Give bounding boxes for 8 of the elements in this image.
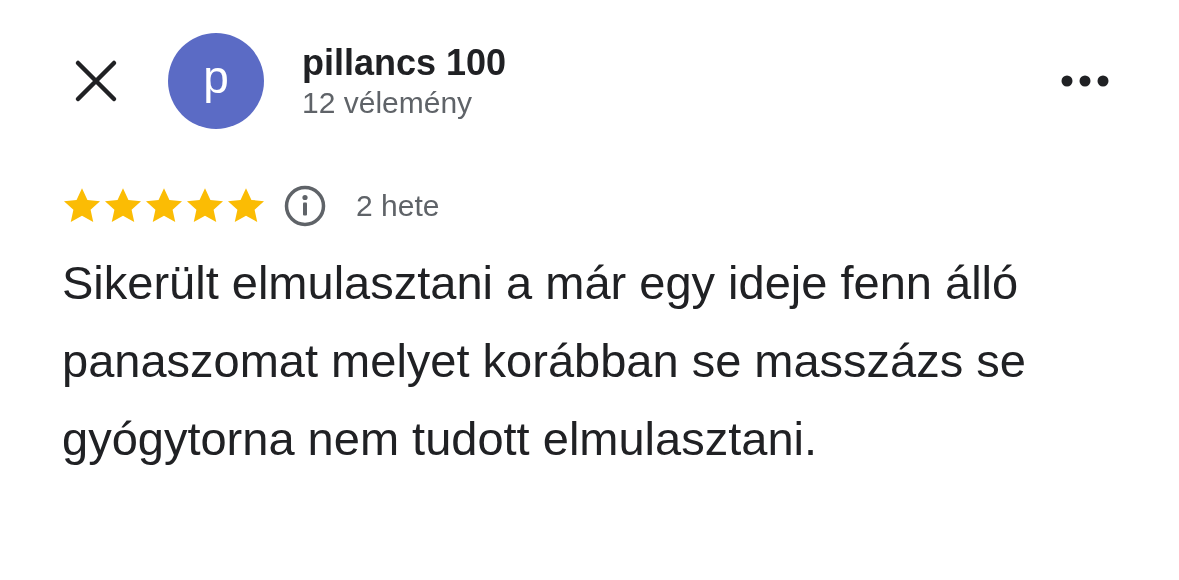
reviewer-name[interactable]: pillancs 100 — [302, 42, 507, 84]
avatar: p — [168, 33, 264, 129]
more-icon — [1061, 75, 1109, 87]
review-text: Sikerült elmulasztani a már egy ideje fenn álló panaszomat melyet korábban se masszázs se gyógytorna nem tudott elmulasztani. — [62, 255, 1027, 467]
info-icon[interactable] — [284, 185, 326, 227]
review-time: 2 hete — [356, 189, 440, 223]
review-count: 12 vélemény — [302, 86, 473, 120]
close-icon — [74, 59, 118, 103]
